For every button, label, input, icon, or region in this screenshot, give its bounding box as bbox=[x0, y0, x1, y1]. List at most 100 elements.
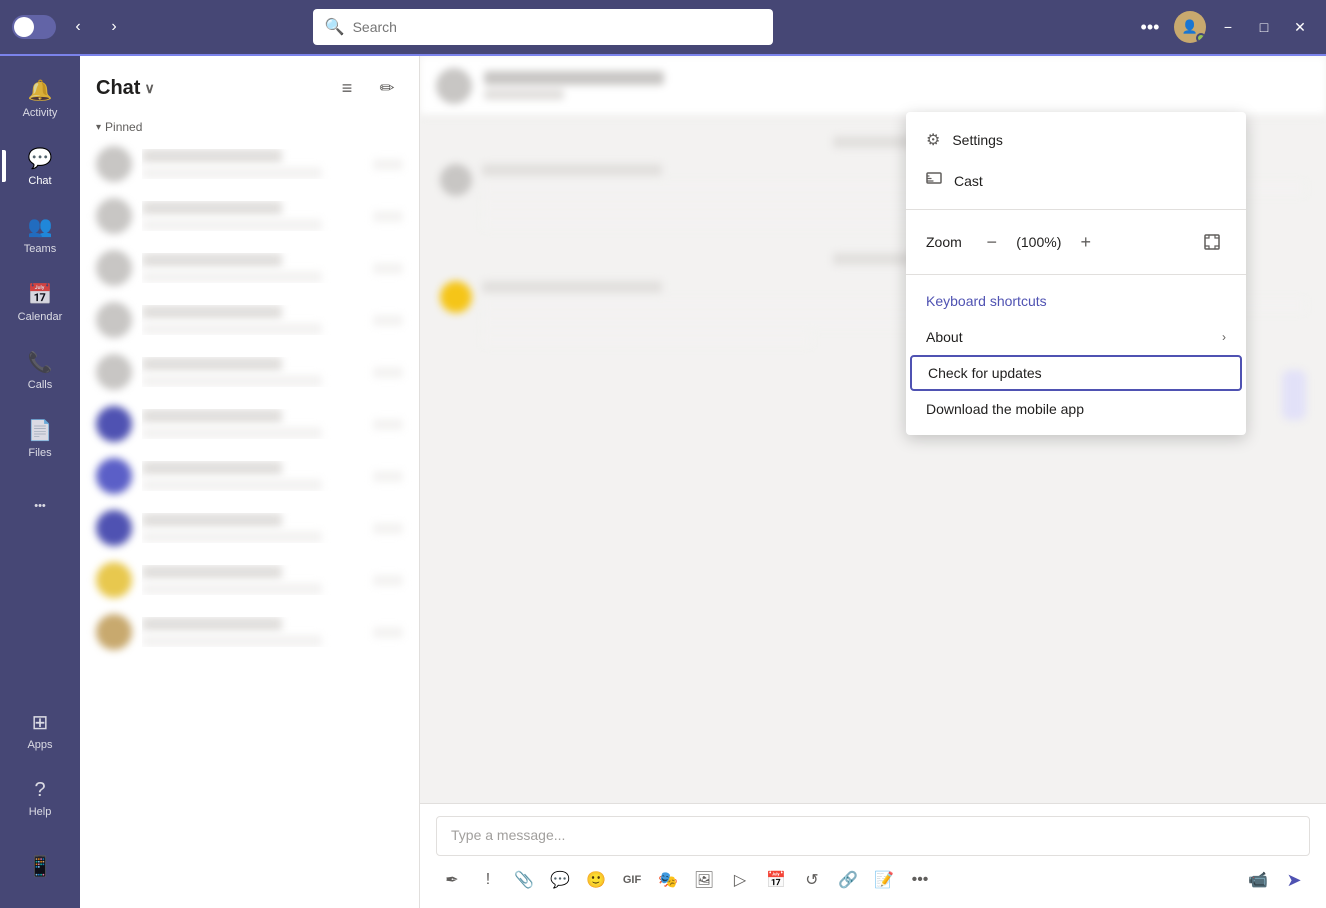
sent-message-content bbox=[1282, 370, 1306, 420]
back-button[interactable]: ‹ bbox=[64, 13, 92, 41]
sidebar-item-mobile[interactable]: 📱 bbox=[6, 832, 74, 900]
zoom-in-button[interactable]: + bbox=[1072, 228, 1100, 256]
chat-item[interactable] bbox=[80, 346, 419, 398]
download-mobile-menu-item[interactable]: Download the mobile app bbox=[906, 391, 1246, 427]
settings-label: Settings bbox=[952, 132, 1226, 148]
cast-menu-item[interactable]: Cast bbox=[906, 160, 1246, 201]
chat-header-bar bbox=[420, 56, 1326, 116]
chat-item[interactable] bbox=[80, 450, 419, 502]
more-tools-button[interactable]: ••• bbox=[904, 864, 936, 896]
chat-time bbox=[373, 263, 403, 274]
chat-name bbox=[142, 305, 282, 319]
send-video-button[interactable]: ▷ bbox=[724, 864, 756, 896]
sticker-button[interactable]: 🎭 bbox=[652, 864, 684, 896]
chat-time bbox=[373, 367, 403, 378]
message-input-box[interactable]: Type a message... bbox=[436, 816, 1310, 856]
message-input-area: Type a message... ✒ ! 📎 💬 🙂 GIF 🎭 🖼 ▷ 📅 … bbox=[420, 803, 1326, 908]
chat-name bbox=[142, 201, 282, 215]
sidebar-item-files[interactable]: 📄 Files bbox=[6, 404, 74, 472]
chat-name bbox=[142, 253, 282, 267]
filter-button[interactable]: ≡ bbox=[331, 72, 363, 104]
sidebar-item-apps[interactable]: ⊞ Apps bbox=[6, 696, 74, 764]
chat-item[interactable] bbox=[80, 294, 419, 346]
chat-preview bbox=[142, 531, 322, 543]
search-input[interactable] bbox=[353, 19, 761, 35]
mobile-icon: 📱 bbox=[28, 854, 53, 879]
compose-button[interactable]: ✏ bbox=[371, 72, 403, 104]
sidebar-item-label-calendar: Calendar bbox=[18, 311, 63, 323]
chat-time bbox=[373, 523, 403, 534]
sidebar-item-help[interactable]: ? Help bbox=[6, 764, 74, 832]
chat-time bbox=[373, 315, 403, 326]
chat-time bbox=[373, 471, 403, 482]
video-call-button[interactable]: 📹 bbox=[1242, 864, 1274, 896]
msg-meta bbox=[482, 164, 662, 176]
chat-item[interactable] bbox=[80, 138, 419, 190]
about-chevron-icon: › bbox=[1222, 330, 1226, 344]
sidebar-item-chat[interactable]: 💬 Chat bbox=[6, 132, 74, 200]
emoji-button[interactable]: 🙂 bbox=[580, 864, 612, 896]
sidebar-item-label-calls: Calls bbox=[28, 379, 52, 391]
sidebar-item-teams[interactable]: 👥 Teams bbox=[6, 200, 74, 268]
schedule-button[interactable]: 📅 bbox=[760, 864, 792, 896]
chat-item[interactable] bbox=[80, 554, 419, 606]
toggle-button[interactable] bbox=[12, 15, 56, 39]
chat-info bbox=[142, 617, 363, 647]
chat-item[interactable] bbox=[80, 242, 419, 294]
keyboard-shortcuts-menu-item[interactable]: Keyboard shortcuts bbox=[906, 283, 1246, 319]
sidebar-item-label-apps: Apps bbox=[27, 739, 52, 751]
pinned-chevron: ▾ bbox=[96, 122, 101, 133]
sidebar-item-calls[interactable]: 📞 Calls bbox=[6, 336, 74, 404]
chat-header-avatar bbox=[436, 68, 472, 104]
chat-list-header: Chat ∨ ≡ ✏ bbox=[80, 56, 419, 112]
format-button[interactable]: ✒ bbox=[436, 864, 468, 896]
chat-info bbox=[142, 201, 363, 231]
gif-button[interactable]: GIF bbox=[616, 864, 648, 896]
chat-item[interactable] bbox=[80, 502, 419, 554]
settings-icon: ⚙ bbox=[926, 130, 940, 150]
chat-time bbox=[373, 575, 403, 586]
close-button[interactable]: ✕ bbox=[1286, 13, 1314, 41]
cast-icon bbox=[926, 170, 942, 191]
zoom-value: (100%) bbox=[1014, 234, 1064, 250]
chat-name bbox=[142, 357, 282, 371]
sidebar-item-calendar[interactable]: 📅 Calendar bbox=[6, 268, 74, 336]
sidebar-item-label-teams: Teams bbox=[24, 243, 56, 255]
main-layout: 🔔 Activity 💬 Chat 👥 Teams 📅 Calendar 📞 C… bbox=[0, 56, 1326, 908]
meet-button[interactable]: 💬 bbox=[544, 864, 576, 896]
chat-avatar bbox=[96, 146, 132, 182]
loop-button[interactable]: ↺ bbox=[796, 864, 828, 896]
settings-menu-item[interactable]: ⚙ Settings bbox=[906, 120, 1246, 160]
zoom-row: Zoom − (100%) + bbox=[906, 218, 1246, 266]
maximize-button[interactable]: □ bbox=[1250, 13, 1278, 41]
chat-preview bbox=[142, 479, 322, 491]
chat-preview bbox=[142, 167, 322, 179]
zoom-out-button[interactable]: − bbox=[978, 228, 1006, 256]
image-button[interactable]: 🖼 bbox=[688, 864, 720, 896]
send-button[interactable]: ➤ bbox=[1278, 864, 1310, 896]
minimize-button[interactable]: − bbox=[1214, 13, 1242, 41]
profile-avatar[interactable]: 👤 bbox=[1174, 11, 1206, 43]
zoom-fullscreen-button[interactable] bbox=[1198, 228, 1226, 256]
important-button[interactable]: ! bbox=[472, 864, 504, 896]
chat-avatar bbox=[96, 198, 132, 234]
sidebar-item-more[interactable]: ••• bbox=[6, 472, 74, 540]
attach-button[interactable]: 📎 bbox=[508, 864, 540, 896]
sidebar-item-activity[interactable]: 🔔 Activity bbox=[6, 64, 74, 132]
link-button[interactable]: 🔗 bbox=[832, 864, 864, 896]
chat-time bbox=[373, 627, 403, 638]
sidebar-item-label-activity: Activity bbox=[23, 107, 58, 119]
about-menu-item[interactable]: About › bbox=[906, 319, 1246, 355]
search-icon: 🔍 bbox=[325, 17, 345, 37]
message-placeholder: Type a message... bbox=[451, 827, 565, 843]
chat-item[interactable] bbox=[80, 190, 419, 242]
more-options-button[interactable]: ••• bbox=[1134, 11, 1166, 43]
check-for-updates-menu-item[interactable]: Check for updates bbox=[910, 355, 1242, 391]
pinned-section: ▾ Pinned bbox=[80, 112, 419, 138]
chat-item[interactable] bbox=[80, 606, 419, 658]
menu-divider bbox=[906, 274, 1246, 275]
forward-button[interactable]: › bbox=[100, 13, 128, 41]
praise-button[interactable]: 📝 bbox=[868, 864, 900, 896]
chat-item[interactable] bbox=[80, 398, 419, 450]
menu-divider bbox=[906, 209, 1246, 210]
